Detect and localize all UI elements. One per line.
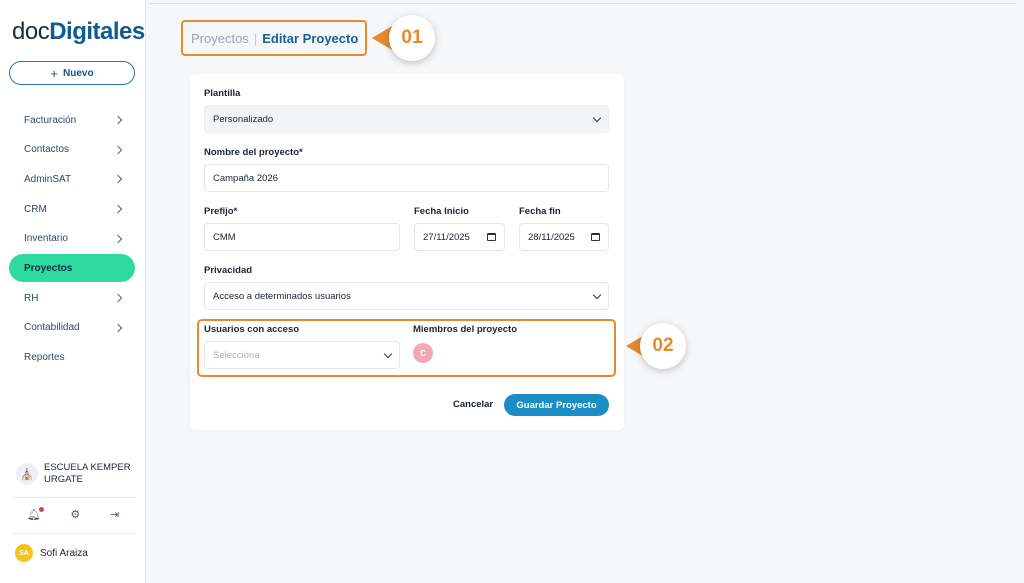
sidebar-item-facturacion[interactable]: Facturación	[9, 106, 135, 134]
chevron-right-icon	[113, 204, 123, 214]
privacy-value: Acceso a determinados usuarios	[213, 290, 351, 302]
top-divider	[150, 3, 1016, 4]
chevron-down-icon	[592, 113, 602, 122]
app-logo[interactable]: docDigitales	[12, 18, 145, 46]
plus-icon: +	[50, 65, 59, 81]
privacy-select[interactable]: Acceso a determinados usuarios	[204, 282, 609, 310]
bell-icon[interactable]: 🔔︎	[27, 507, 44, 521]
calendar-icon[interactable]	[591, 233, 600, 241]
users-access-select[interactable]: Selecciona	[204, 341, 400, 369]
sidebar-item-label: AdminSAT	[24, 173, 72, 185]
sidebar-item-label: Contactos	[24, 144, 70, 156]
cancel-button[interactable]: Cancelar	[453, 399, 493, 410]
sidebar-item-crm[interactable]: CRM	[9, 195, 135, 223]
callout-badge-01: 01	[389, 15, 435, 61]
sidebar-item-label: RH	[24, 292, 39, 304]
end-date-value: 28/11/2025	[528, 231, 575, 243]
privacy-label: Privacidad	[204, 265, 253, 276]
new-button[interactable]: + Nuevo	[9, 61, 135, 85]
avatar: SA	[15, 544, 33, 562]
chevron-right-icon	[113, 115, 123, 125]
sidebar-item-label: Proyectos	[24, 262, 73, 274]
chevron-right-icon	[113, 323, 123, 333]
sidebar: docDigitales + Nuevo Facturación Contact…	[0, 0, 146, 583]
project-name-value: Campaña 2026	[213, 172, 278, 184]
sidebar-item-adminsat[interactable]: AdminSAT	[9, 165, 135, 193]
template-value: Personalizado	[213, 113, 274, 125]
chevron-down-icon	[383, 349, 393, 358]
users-access-label: Usuarios con acceso	[204, 324, 300, 335]
organization-switcher[interactable]: ⛪ ESCUELA KEMPER URGATE	[16, 462, 134, 486]
sidebar-item-contactos[interactable]: Contactos	[9, 136, 135, 164]
notification-dot	[38, 507, 44, 512]
gear-icon[interactable]: ⚙︎	[70, 508, 80, 521]
breadcrumb-parent-link[interactable]: Proyectos	[191, 31, 249, 46]
calendar-icon[interactable]	[487, 233, 496, 241]
logo-light-text: doc	[12, 18, 50, 45]
start-date-input[interactable]: 27/11/2025	[414, 223, 505, 251]
end-date-label: Fecha fin	[519, 206, 561, 217]
sidebar-item-reportes[interactable]: Reportes	[9, 344, 135, 372]
breadcrumb-separator: |	[253, 30, 258, 46]
callout-badge-02: 02	[640, 323, 686, 369]
breadcrumb: Proyectos | Editar Proyecto	[181, 20, 367, 56]
prefix-value: CMM	[213, 231, 236, 243]
save-project-button[interactable]: Guardar Proyecto	[504, 394, 609, 416]
prefix-input[interactable]: CMM	[204, 223, 400, 251]
chevron-right-icon	[113, 234, 123, 243]
sidebar-item-label: CRM	[24, 203, 47, 215]
prefix-label: Prefijo*	[204, 206, 238, 217]
end-date-input[interactable]: 28/11/2025	[519, 223, 609, 251]
divider	[12, 533, 136, 534]
members-label: Miembros del proyecto	[413, 324, 517, 335]
users-access-placeholder: Selecciona	[213, 349, 260, 361]
member-avatar[interactable]: C	[413, 343, 433, 363]
start-date-label: Fecha Inicio	[414, 206, 469, 217]
logo-bold-text: Digitales	[49, 18, 145, 45]
sidebar-nav: Facturación Contactos AdminSAT CRM Inven…	[9, 106, 135, 373]
sidebar-item-label: Facturación	[24, 114, 77, 126]
logout-icon[interactable]: ⇥	[110, 508, 119, 521]
page-title: Editar Proyecto	[262, 30, 359, 46]
sidebar-item-label: Inventario	[24, 233, 68, 245]
chevron-right-icon	[113, 145, 123, 154]
start-date-value: 27/11/2025	[423, 231, 470, 243]
divider	[12, 497, 136, 498]
project-name-input[interactable]: Campaña 2026	[204, 164, 609, 192]
chevron-right-icon	[113, 175, 123, 184]
organization-name: ESCUELA KEMPER URGATE	[44, 462, 131, 485]
sidebar-item-rh[interactable]: RH	[9, 284, 135, 312]
template-label: Plantilla	[204, 88, 241, 99]
sidebar-item-contabilidad[interactable]: Contabilidad	[9, 314, 135, 342]
chevron-right-icon	[113, 293, 123, 303]
chevron-down-icon	[592, 290, 602, 299]
new-button-label: Nuevo	[63, 67, 94, 79]
school-crest-icon: ⛪	[16, 463, 38, 485]
project-name-label: Nombre del proyecto*	[204, 147, 303, 158]
sidebar-item-inventario[interactable]: Inventario	[9, 225, 135, 253]
sidebar-item-label: Contabilidad	[24, 322, 80, 334]
template-select[interactable]: Personalizado	[204, 105, 609, 133]
sidebar-item-proyectos[interactable]: Proyectos	[9, 254, 135, 283]
user-name: Sofi Araiza	[40, 547, 88, 559]
sidebar-item-label: Reportes	[24, 352, 65, 363]
user-profile[interactable]: SA Sofi Araiza	[15, 544, 88, 562]
utility-bar: 🔔︎ ⚙︎ ⇥	[0, 507, 146, 521]
